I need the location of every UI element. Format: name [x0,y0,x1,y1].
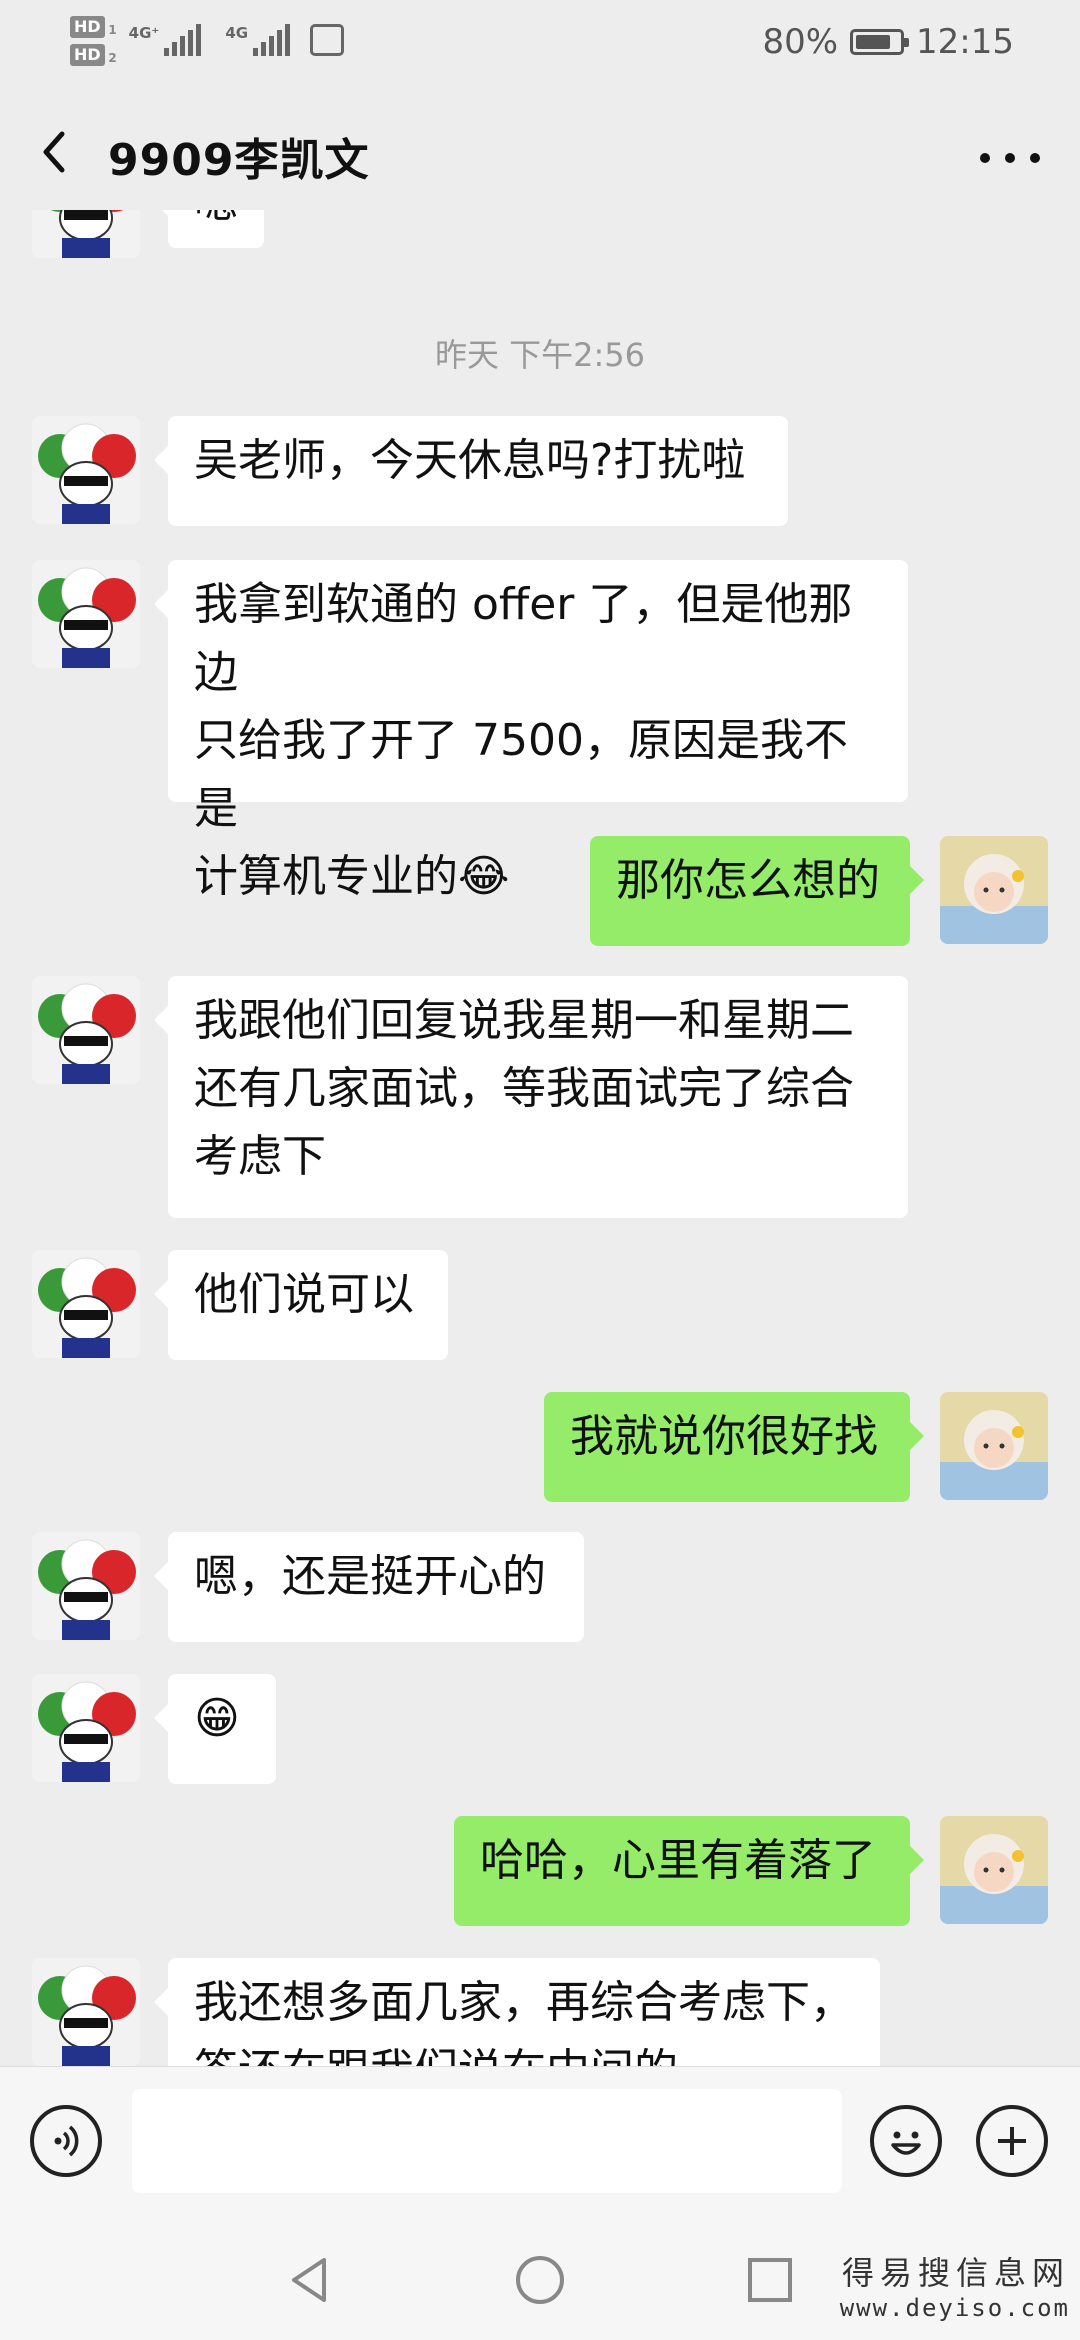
hd-label: HD [74,17,101,36]
clown-avatar-image [32,1532,140,1640]
signal-2: 4G [225,24,291,56]
message-input[interactable] [132,2089,842,2193]
watermark-line-2: www.deyiso.com [839,2294,1070,2322]
message-bubble[interactable]: 我就说你很好找 [544,1392,924,1502]
avatar[interactable] [32,1958,140,2066]
clown-avatar-image [32,210,140,258]
avatar[interactable] [32,1674,140,1782]
message-bubble[interactable]: 我跟他们回复说我星期一和星期二 还有几家面试，等我面试完了综合 考虑下 [154,976,908,1218]
plus-icon[interactable] [976,2105,1048,2177]
input-bar [0,2066,1080,2221]
system-nav-bar: 得易搜信息网 www.deyiso.com [0,2220,1080,2340]
clown-avatar-image [32,1958,140,2066]
message-bubble[interactable]: 哈哈，心里有着落了 [454,1816,924,1926]
hd-badge-1: HD 1 [70,16,117,38]
voice-icon[interactable] [30,2105,102,2177]
clock: 12:15 [916,22,1014,62]
vibrate-icon [310,24,345,56]
signal-bars-icon [164,24,202,56]
chat-title: 9909李凯文 [108,135,370,186]
message-bubble[interactable]: 嗯 [154,210,264,248]
square-recents-icon[interactable] [740,2250,800,2310]
message-bubble[interactable]: 那你怎么想的 [590,836,924,946]
status-bar: HD 1 HD 2 4G⁺ 4G 80% 12:15 [0,0,1080,90]
circle-home-icon[interactable] [510,2250,570,2310]
hd-badge-2: HD 2 [70,44,117,66]
avatar[interactable] [32,560,140,668]
emoji-icon[interactable] [870,2105,942,2177]
chat-header: 9909李凯文 [0,100,1080,210]
clown-avatar-image [32,416,140,524]
watermark: 得易搜信息网 www.deyiso.com [840,2248,1070,2322]
clown-avatar-image [32,560,140,668]
avatar[interactable] [32,210,140,258]
avatar[interactable] [32,416,140,524]
message-bubble[interactable]: 我拿到软通的 offer 了，但是他那边 只给我了开了 7500，原因是我不是 … [154,560,908,902]
avatar[interactable] [32,976,140,1084]
avatar[interactable] [940,836,1048,944]
message-bubble[interactable]: 嗯，还是挺开心的 [154,1532,584,1642]
message-bubble[interactable]: 他们说可以 [154,1250,448,1360]
status-right: 80% 12:15 [762,22,1014,62]
status-left: HD 1 HD 2 4G⁺ 4G [70,16,345,66]
avatar[interactable] [32,1250,140,1358]
message-bubble[interactable]: 😁 [154,1674,276,1784]
hd-sub: 1 [108,23,117,37]
message-bubble[interactable]: 我还想多面几家，再综合考虑下， 答还在跟我们说在中间的 [154,1958,880,2066]
chat-area[interactable]: 嗯 昨天 下午2:56 吴老师，今天休息吗?打扰啦我拿到软通的 offer 了，… [0,210,1080,2066]
chevron-left-icon[interactable] [30,122,90,182]
signal-bars-icon [253,24,291,56]
avatar[interactable] [940,1816,1048,1924]
girl-avatar-image [940,836,1048,944]
network-type-label: 4G⁺ [128,24,160,42]
network-type-label: 4G [225,24,249,42]
message-bubble[interactable]: 吴老师，今天休息吗?打扰啦 [154,416,788,526]
girl-avatar-image [940,1816,1048,1924]
timestamp: 昨天 下午2:56 [434,336,646,374]
hd-label: HD [74,45,101,64]
more-dots-icon[interactable] [980,128,1040,188]
battery-percent: 80% [762,22,839,62]
hd-sub: 2 [108,51,117,65]
clown-avatar-image [32,1250,140,1358]
battery-icon [850,29,910,55]
clown-avatar-image [32,1674,140,1782]
triangle-back-icon[interactable] [280,2250,340,2310]
girl-avatar-image [940,1392,1048,1500]
avatar[interactable] [32,1532,140,1640]
watermark-line-1: 得易搜信息网 [841,2254,1070,2292]
signal-1: 4G⁺ [129,24,202,56]
clown-avatar-image [32,976,140,1084]
avatar[interactable] [940,1392,1048,1500]
battery-fill [856,35,891,49]
